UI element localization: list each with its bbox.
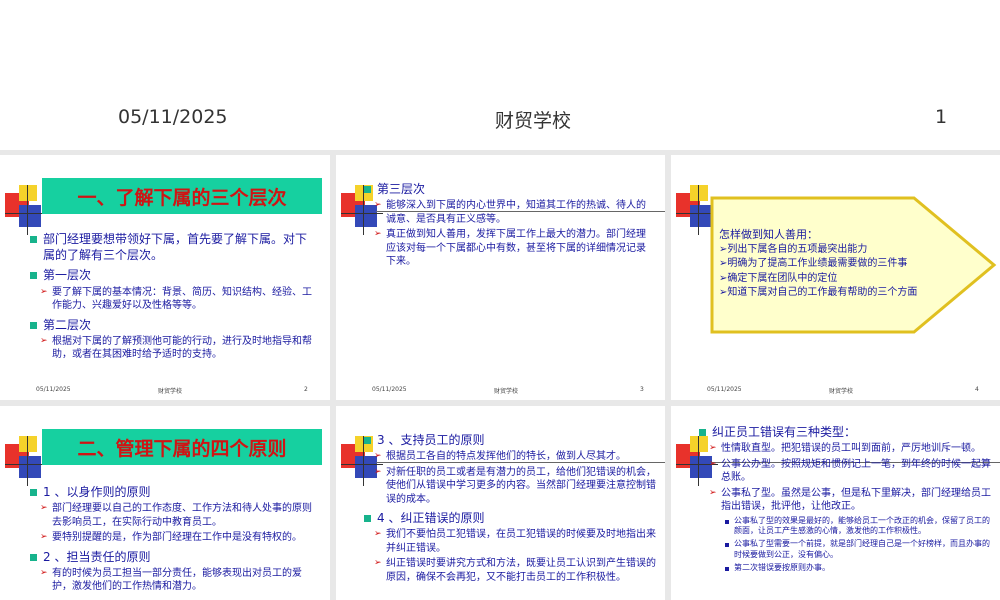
sub-bullet-item: 公事公办型。按照规矩和惯例记上一笔，到年终的时候一起算总账。	[709, 458, 994, 485]
slide-body: 1 、以身作则的原则 部门经理要以自己的工作态度、工作方法和待人处事的原则去影响…	[30, 480, 315, 594]
sub-sub-bullet-item: 公事私了型需要一个前提，就是部门经理自己是一个好榜样，而且办事的时候要做到公正，…	[725, 539, 994, 561]
callout-text: 怎样做到知人善用： ➢列出下属各自的五项最突出能力 ➢明确为了提高工作业绩最需要…	[719, 227, 949, 301]
footer-date: 05/11/2025	[372, 386, 407, 393]
sub-bullet-item: 性情耿直型。把犯错误的员工叫到面前，严厉地训斥一顿。	[709, 442, 994, 456]
slide-body: 第三层次 能够深入到下属的内心世界中，知道其工作的热诚、待人的诚意、是否具有正义…	[364, 177, 654, 269]
bullet-item: 2 、担当责任的原则	[30, 549, 315, 565]
slide-body: 3 、支持员工的原则 根据员工各自的特点发挥他们的特长，做到人尽其才。 对新任职…	[364, 428, 659, 584]
sub-bullet-item: 我们不要怕员工犯错误，在员工犯错误的时候要及时地指出来并纠正错误。	[374, 528, 659, 555]
sub-bullet-item: 对新任职的员工或者是有潜力的员工，给他们犯错误的机会，使他们从错误中学习更多的内…	[374, 466, 659, 507]
footer-school: 财贸学校	[494, 388, 519, 395]
sub-bullet-item: 能够深入到下属的内心世界中，知道其工作的热诚、待人的诚意、是否具有正义感等。	[374, 199, 654, 226]
slide-thumbnail-6[interactable]: 3 、支持员工的原则 根据员工各自的特点发挥他们的特长，做到人尽其才。 对新任职…	[336, 406, 665, 600]
slide-thumbnail-4[interactable]: 怎样做到知人善用： ➢列出下属各自的五项最突出能力 ➢明确为了提高工作业绩最需要…	[671, 155, 1000, 400]
slide-thumbnail-3[interactable]: 第三层次 能够深入到下属的内心世界中，知道其工作的热诚、待人的诚意、是否具有正义…	[336, 155, 665, 400]
bullet-item: 第一层次	[30, 267, 315, 283]
callout-line: ➢确定下属在团队中的定位	[719, 272, 838, 284]
bullet-item: 1 、以身作则的原则	[30, 484, 315, 500]
footer-page: 3	[640, 386, 644, 393]
bullet-item: 部门经理要想带领好下属，首先要了解下属。对下属的了解有三个层次。	[30, 231, 315, 263]
slide-body: 纠正员工错误有三种类型： 性情耿直型。把犯错误的员工叫到面前，严厉地训斥一顿。 …	[699, 420, 994, 574]
sub-bullet-item: 公事私了型。虽然是公事，但是私下里解决，部门经理给员工指出错误，批评他，让他改正…	[709, 487, 994, 514]
footer-school: 财贸学校	[829, 388, 854, 395]
sub-sub-bullet-item: 第二次错误要按原则办事。	[725, 563, 994, 574]
footer-page: 4	[975, 386, 979, 393]
slide-footer: 05/11/2025 财贸学校 3	[336, 386, 665, 396]
slide-footer: 05/11/2025 财贸学校 4	[671, 386, 1000, 396]
sub-bullet-item: 根据对下属的了解预测他可能的行动，进行及时地指导和帮助，或者在其困难时给予适时的…	[40, 335, 315, 362]
slide-thumbnail-7[interactable]: 纠正员工错误有三种类型： 性情耿直型。把犯错误的员工叫到面前，严厉地训斥一顿。 …	[671, 406, 1000, 600]
bullet-item: 第二层次	[30, 317, 315, 333]
sub-bullet-item: 有的时候为员工担当一部分责任，能够表现出对员工的爱护，激发他们的工作热情和潜力。	[40, 567, 315, 594]
footer-date: 05/11/2025	[707, 386, 742, 393]
slide-thumbnail-5[interactable]: 二、管理下属的四个原则 1 、以身作则的原则 部门经理要以自己的工作态度、工作方…	[0, 406, 330, 600]
sub-bullet-item: 纠正错误时要讲究方式和方法，既要让员工认识到产生错误的原因，确保不会再犯，又不能…	[374, 557, 659, 584]
footer-school: 财贸学校	[158, 388, 183, 395]
sub-bullet-item: 真正做到知人善用，发挥下属工作上最大的潜力。部门经理应该对每一个下属都心中有数，…	[374, 228, 654, 269]
decorative-squares-icon	[5, 436, 47, 486]
header-slide[interactable]: 05/11/2025 财贸学校 1	[0, 0, 1000, 150]
bullet-item: 第三层次	[364, 181, 654, 197]
bullet-item: 4 、纠正错误的原则	[364, 510, 659, 526]
callout-line: ➢列出下属各自的五项最突出能力	[719, 243, 868, 255]
slide-footer: 05/11/2025 财贸学校 2	[0, 386, 330, 396]
bullet-item: 纠正员工错误有三种类型：	[699, 424, 994, 440]
slide-title: 二、管理下属的四个原则	[42, 429, 322, 465]
sub-bullet-item: 要了解下属的基本情况：背景、简历、知识结构、经验、工作能力、兴趣爱好以及性格等等…	[40, 286, 315, 313]
sub-bullet-item: 要特别提醒的是，作为部门经理在工作中是没有特权的。	[40, 531, 315, 545]
sub-bullet-item: 根据员工各自的特点发挥他们的特长，做到人尽其才。	[374, 450, 659, 464]
slide-body: 部门经理要想带领好下属，首先要了解下属。对下属的了解有三个层次。 第一层次 要了…	[30, 227, 315, 362]
callout-line: ➢明确为了提高工作业绩最需要做的三件事	[719, 258, 908, 270]
footer-date: 05/11/2025	[36, 386, 71, 393]
callout-line: ➢知道下属对自己的工作最有帮助的三个方面	[719, 287, 918, 299]
sub-sub-bullet-item: 公事私了型的效果是最好的，能够给员工一个改正的机会，保留了员工的颜面，让员工产生…	[725, 516, 994, 538]
callout-heading: 怎样做到知人善用：	[719, 228, 818, 241]
sub-bullet-item: 部门经理要以自己的工作态度、工作方法和待人处事的原则去影响员工，在实际行动中教育…	[40, 502, 315, 529]
header-date: 05/11/2025	[118, 106, 228, 128]
header-page-number: 1	[935, 106, 948, 128]
header-title: 财贸学校	[495, 110, 572, 132]
footer-page: 2	[304, 386, 308, 393]
slide-thumbnail-2[interactable]: 一、了解下属的三个层次 部门经理要想带领好下属，首先要了解下属。对下属的了解有三…	[0, 155, 330, 400]
slide-title: 一、了解下属的三个层次	[42, 178, 322, 214]
bullet-item: 3 、支持员工的原则	[364, 432, 659, 448]
